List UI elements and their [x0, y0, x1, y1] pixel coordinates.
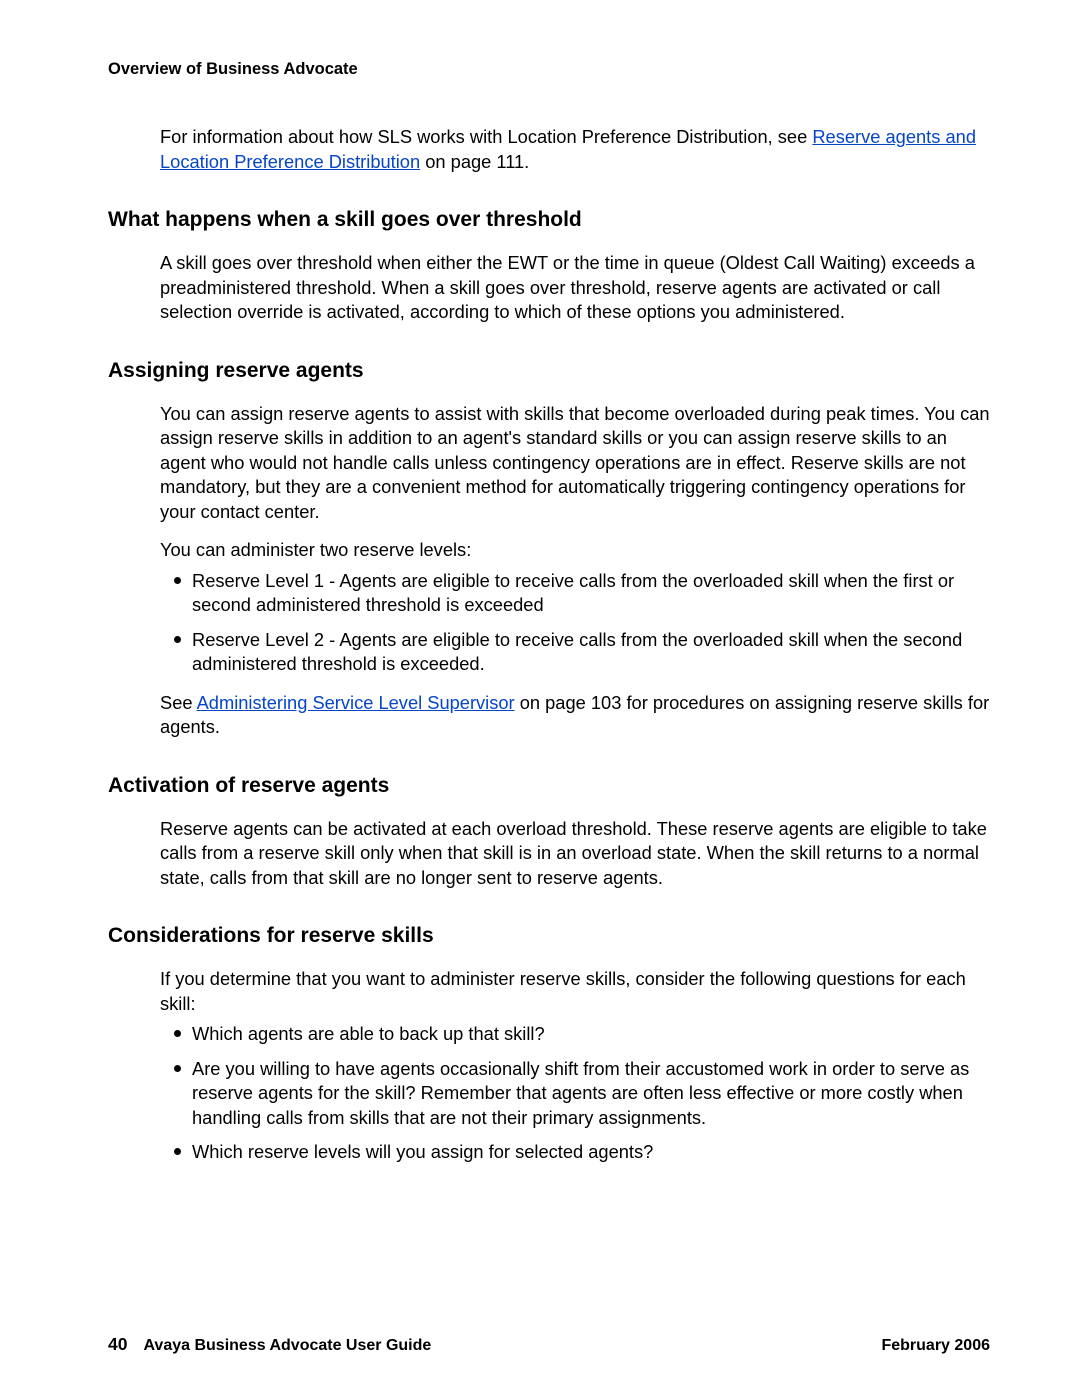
- assigning-closing-prefix: See: [160, 692, 197, 713]
- footer-guide-title: Avaya Business Advocate User Guide: [143, 1337, 431, 1355]
- page-container: Overview of Business Advocate For inform…: [0, 0, 1080, 1397]
- assigning-paragraph-2: You can administer two reserve levels:: [108, 538, 990, 563]
- list-item: Which reserve levels will you assign for…: [180, 1140, 990, 1165]
- list-item: Reserve Level 1 - Agents are eligible to…: [180, 569, 990, 618]
- considerations-paragraph: If you determine that you want to admini…: [108, 967, 990, 1016]
- assigning-bullet-list: Reserve Level 1 - Agents are eligible to…: [160, 569, 990, 677]
- footer-left: 40 Avaya Business Advocate User Guide: [108, 1334, 431, 1355]
- assigning-closing: See Administering Service Level Supervis…: [108, 691, 990, 740]
- list-item: Are you willing to have agents occasiona…: [180, 1057, 990, 1131]
- list-item: Reserve Level 2 - Agents are eligible to…: [180, 628, 990, 677]
- assigning-list-wrapper: Reserve Level 1 - Agents are eligible to…: [108, 569, 990, 677]
- list-item: Which agents are able to back up that sk…: [180, 1022, 990, 1047]
- intro-text-prefix: For information about how SLS works with…: [160, 126, 812, 147]
- page-number: 40: [108, 1334, 127, 1355]
- running-header: Overview of Business Advocate: [108, 60, 990, 79]
- heading-considerations: Considerations for reserve skills: [108, 924, 990, 948]
- activation-paragraph: Reserve agents can be activated at each …: [108, 817, 990, 891]
- considerations-bullet-list: Which agents are able to back up that sk…: [160, 1022, 990, 1165]
- threshold-paragraph: A skill goes over threshold when either …: [108, 251, 990, 325]
- considerations-list-wrapper: Which agents are able to back up that sk…: [108, 1022, 990, 1165]
- heading-activation: Activation of reserve agents: [108, 774, 990, 798]
- footer-date: February 2006: [881, 1337, 990, 1355]
- assigning-paragraph-1: You can assign reserve agents to assist …: [108, 402, 990, 525]
- heading-assigning: Assigning reserve agents: [108, 359, 990, 383]
- intro-paragraph: For information about how SLS works with…: [108, 125, 990, 174]
- heading-threshold: What happens when a skill goes over thre…: [108, 208, 990, 232]
- intro-text-suffix: on page 111.: [420, 151, 529, 172]
- page-footer: 40 Avaya Business Advocate User Guide Fe…: [108, 1334, 990, 1355]
- link-administering-sls[interactable]: Administering Service Level Supervisor: [197, 692, 515, 713]
